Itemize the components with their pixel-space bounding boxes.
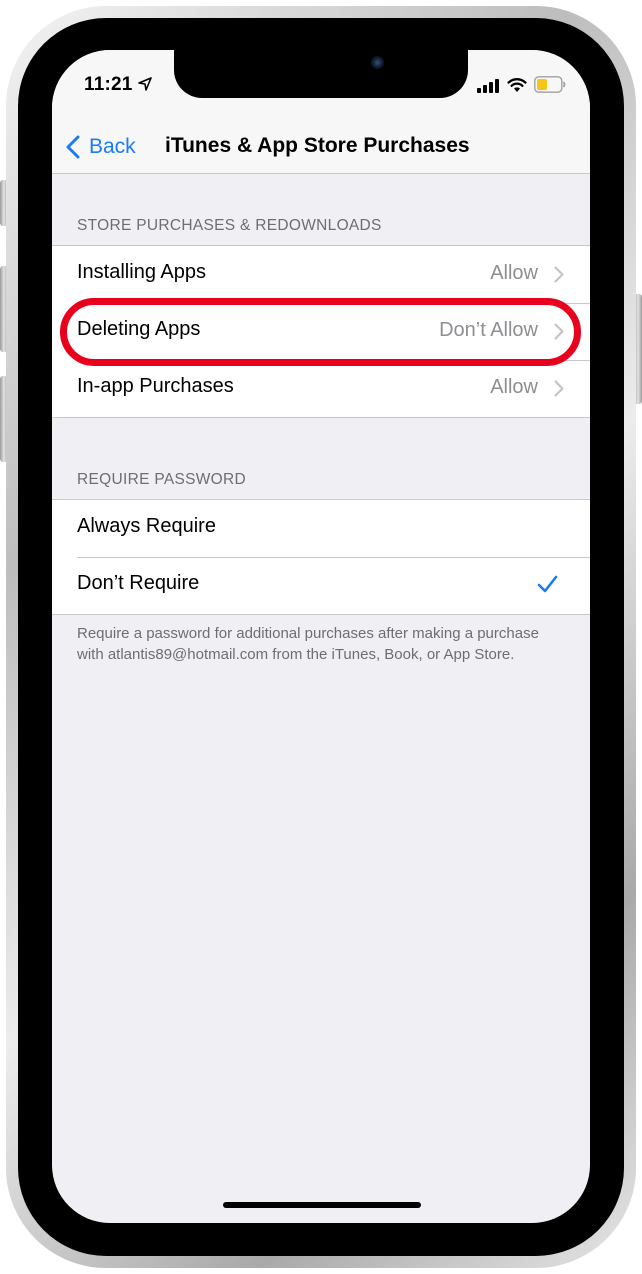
back-label: Back [89, 135, 136, 158]
row-label: Installing Apps [77, 261, 206, 283]
row-value: Don’t Allow [439, 319, 538, 341]
screen: 11:21 Back iTunes & App Store Purchases … [52, 50, 590, 1223]
row-label: Don’t Require [77, 572, 200, 594]
location-arrow-icon [138, 77, 152, 91]
chevron-left-icon [66, 135, 80, 159]
navigation-bar: Back iTunes & App Store Purchases [52, 124, 590, 174]
row-label: In-app Purchases [77, 375, 234, 397]
row-deleting-apps[interactable]: Deleting Apps Don’t Allow [52, 303, 590, 360]
store-purchases-group: Installing Apps Allow Deleting Apps Don’… [52, 245, 590, 418]
row-value: Allow [490, 376, 538, 398]
row-dont-require[interactable]: Don’t Require [52, 557, 590, 614]
battery-icon [534, 76, 566, 93]
row-installing-apps[interactable]: Installing Apps Allow [52, 246, 590, 303]
require-password-group: Always Require Don’t Require [52, 499, 590, 615]
home-indicator[interactable] [223, 1202, 421, 1208]
row-label: Always Require [77, 515, 216, 537]
section-header-store: STORE PURCHASES & REDOWNLOADS [77, 217, 382, 234]
cellular-signal-icon [477, 79, 499, 93]
password-footer-note: Require a password for additional purcha… [77, 625, 539, 663]
back-button[interactable]: Back [66, 132, 136, 162]
section-header-password: REQUIRE PASSWORD [77, 471, 247, 488]
chevron-right-icon [554, 380, 564, 397]
checkmark-icon [537, 575, 558, 593]
row-value: Allow [490, 262, 538, 284]
front-camera [371, 56, 384, 69]
row-label: Deleting Apps [77, 318, 201, 340]
row-always-require[interactable]: Always Require [52, 500, 590, 557]
page-title: iTunes & App Store Purchases [165, 134, 470, 157]
chevron-right-icon [554, 266, 564, 283]
status-time: 11:21 [84, 74, 133, 95]
wifi-icon [507, 78, 527, 92]
row-in-app-purchases[interactable]: In-app Purchases Allow [52, 360, 590, 417]
notch [174, 50, 468, 98]
chevron-right-icon [554, 323, 564, 340]
